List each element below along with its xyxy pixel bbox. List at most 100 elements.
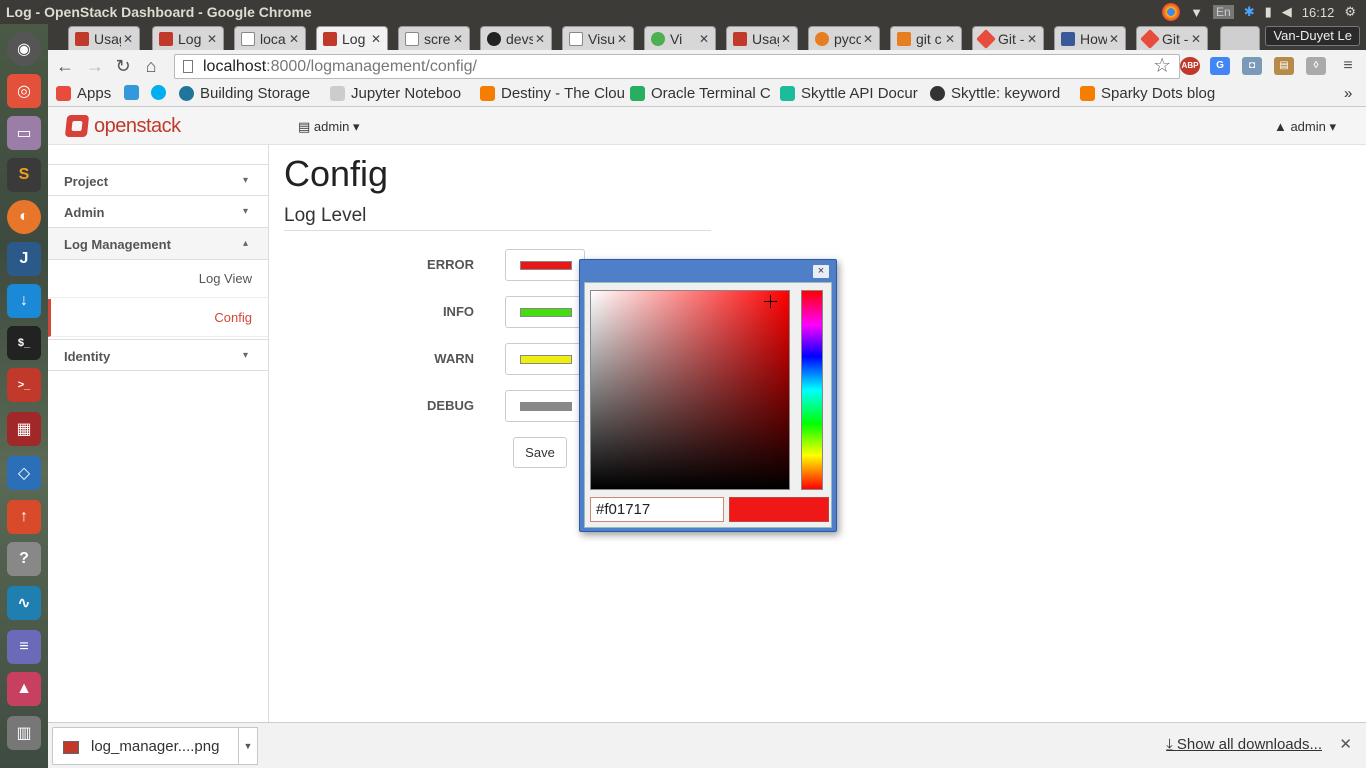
browser-tab[interactable]: scre ✕ [398,26,470,50]
bluetooth-icon[interactable]: ✱ [1244,4,1255,20]
tab-close-icon[interactable]: ✕ [207,32,217,46]
save-button[interactable]: Save [513,437,567,468]
color-button-warn[interactable] [505,343,585,375]
browser-tab[interactable]: loca ✕ [234,26,306,50]
tab-close-icon[interactable]: ✕ [535,32,545,46]
address-bar[interactable]: localhost :8000/logmanagement/config/ ☆ [174,54,1180,79]
image-viewer-icon[interactable]: ▲ [7,672,41,706]
saturation-brightness-area[interactable] [590,290,790,490]
browser-tab[interactable]: Log ✕ [152,26,224,50]
browser-tab[interactable]: pyco ✕ [808,26,880,50]
back-arrow-icon[interactable]: ← [54,55,76,77]
bookmark-item[interactable]: Destiny - The Clou [480,85,625,102]
terminal-red-icon[interactable]: >_ [7,368,41,402]
dash-icon[interactable]: ◉ [7,32,41,66]
software-updater-icon[interactable]: ↑ [7,500,41,534]
bookmarks-overflow-icon[interactable]: » [1344,85,1352,102]
color-button-debug[interactable] [505,390,585,422]
chrome-launcher-icon[interactable]: ◎ [7,74,41,108]
bookmark-skype[interactable] [151,85,172,100]
color-button-info[interactable] [505,296,585,328]
brand-name[interactable]: openstack [94,115,181,138]
browser-tab[interactable]: git c ✕ [890,26,962,50]
profile-button[interactable]: Van-Duyet Le [1265,26,1360,46]
download-manager-icon[interactable]: ↓ [7,284,41,318]
adblock-plus-icon[interactable]: ABP [1180,57,1200,75]
browser-tab[interactable]: Usag✕ [726,26,798,50]
tab-close-icon[interactable]: ✕ [1027,32,1037,46]
bookmark-item[interactable]: Skyttle API Docur [780,85,918,102]
close-icon[interactable]: ✕ [1339,735,1352,753]
wifi-icon[interactable]: ▼ [1190,5,1203,20]
files-icon[interactable]: ▭ [7,116,41,150]
new-tab-button[interactable] [1220,26,1260,50]
system-monitor-icon[interactable]: ∿ [7,586,41,620]
tab-close-icon[interactable]: ✕ [617,32,627,46]
bookmark-item[interactable]: Skyttle: keyword [930,85,1060,102]
tab-close-icon[interactable]: ✕ [123,32,133,46]
show-all-downloads-link[interactable]: ⤓ Show all downloads... [1166,736,1322,753]
google-translate-icon[interactable]: G [1210,57,1230,75]
browser-tab[interactable]: devs ✕ [480,26,552,50]
browser-tab[interactable]: Git - ✕ [972,26,1044,50]
sublime-text-icon[interactable]: S [7,158,41,192]
page-info-icon[interactable] [183,60,193,73]
user-dropdown[interactable]: ▲ admin ▾ [1274,119,1336,135]
tab-close-icon[interactable]: ✕ [699,32,709,46]
browser-tab[interactable]: How ✕ [1054,26,1126,50]
shield-icon[interactable]: ◊ [1306,57,1326,75]
tab-close-icon[interactable]: ✕ [289,32,299,46]
download-item[interactable]: log_manager....png [52,727,257,765]
bookmark-zalo[interactable] [124,85,145,100]
bookmark-apps[interactable]: Apps [56,85,111,102]
battery-icon[interactable]: ▮ [1265,4,1272,20]
forward-arrow-icon[interactable]: → [84,55,106,77]
chrome-menu-icon[interactable]: ≡ [1338,57,1358,75]
close-icon[interactable]: × [812,264,830,279]
volume-icon[interactable]: ◀ [1282,4,1292,20]
sidebar-item-log-view[interactable]: Log View [48,260,268,298]
tab-close-icon[interactable]: ✕ [371,32,381,46]
hex-color-input[interactable] [590,497,724,522]
hue-slider[interactable] [801,290,823,490]
settings-gear-icon[interactable]: ⚙ [1344,4,1356,20]
bookmark-item[interactable]: Building Storage [179,85,310,102]
firefox-icon[interactable]: ◐ [7,200,41,234]
camera-icon[interactable]: ◘ [1242,57,1262,75]
terminal-icon[interactable]: $_ [7,326,41,360]
bookmark-item[interactable]: Sparky Dots blog [1080,85,1215,102]
browser-tab[interactable]: Git - ✕ [1136,26,1208,50]
bookmark-item[interactable]: Oracle Terminal C [630,85,771,102]
openstack-logo-icon[interactable] [64,115,90,137]
clock[interactable]: 16:12 [1302,5,1335,20]
tab-close-icon[interactable]: ✕ [781,32,791,46]
tab-close-icon[interactable]: ✕ [1191,32,1201,46]
trash-icon[interactable]: ▥ [7,716,41,750]
sidebar-panel-log-management[interactable]: Log Management ▴ [48,228,268,260]
sidebar-panel-admin[interactable]: Admin ▾ [48,196,268,228]
home-icon[interactable]: ⌂ [140,55,162,77]
intellij-icon[interactable]: J [7,242,41,276]
tab-close-icon[interactable]: ✕ [863,32,873,46]
help-icon[interactable]: ? [7,542,41,576]
reload-icon[interactable]: ↻ [112,55,134,77]
extension-icon[interactable]: ▤ [1274,57,1294,75]
input-method-indicator[interactable]: En [1213,5,1234,19]
text-editor-icon[interactable]: ≡ [7,630,41,664]
project-dropdown[interactable]: ▤ admin ▾ [298,119,359,135]
sidebar-item-config[interactable]: Config [48,299,268,337]
chevron-down-icon[interactable]: ▼ [238,727,258,765]
tab-close-icon[interactable]: ✕ [1109,32,1119,46]
tab-close-icon[interactable]: ✕ [945,32,955,46]
chrome-icon[interactable] [1162,3,1181,21]
bookmark-item[interactable]: Jupyter Noteboo [330,85,461,102]
bookmark-star-icon[interactable]: ☆ [1153,55,1171,78]
tab-close-icon[interactable]: ✕ [453,32,463,46]
workspace-switcher-icon[interactable]: ▦ [7,412,41,446]
color-button-error[interactable] [505,249,585,281]
crosshair-icon[interactable] [764,295,777,308]
sidebar-panel-identity[interactable]: Identity ▾ [48,339,268,371]
browser-tab[interactable]: Usag✕ [68,26,140,50]
vscode-icon[interactable]: ◇ [7,456,41,490]
browser-tab[interactable]: Vi ✕ [644,26,716,50]
